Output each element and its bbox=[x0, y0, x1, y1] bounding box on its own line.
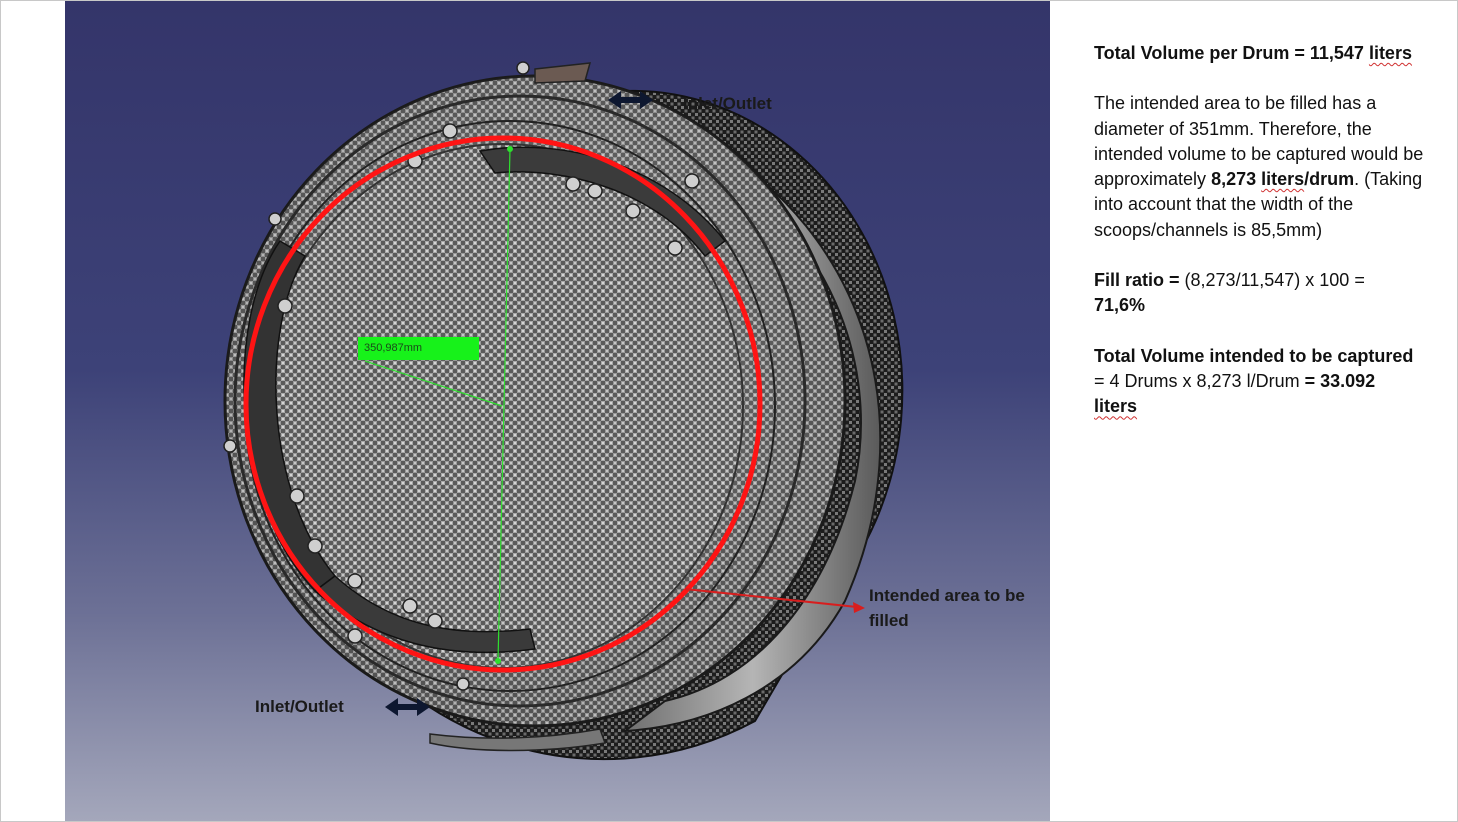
fill-ratio-paragraph: Fill ratio = (8,273/11,547) x 100 = 71,6… bbox=[1094, 270, 1365, 316]
inlet-outlet-bottom-label: Inlet/Outlet bbox=[255, 697, 344, 716]
cad-viewport[interactable]: 350,987mm bbox=[65, 1, 1050, 821]
top-flap bbox=[534, 62, 592, 84]
intended-area-label: Intended area to be filled bbox=[869, 586, 1025, 630]
drum-model bbox=[223, 61, 904, 761]
inlet-outlet-top-label: Inlet/Outlet bbox=[683, 94, 772, 113]
dimension-label: 350,987mm bbox=[358, 337, 479, 360]
total-volume-paragraph: Total Volume per Drum = 11,547 liters bbox=[1094, 43, 1412, 63]
calculation-text-panel: Total Volume per Drum = 11,547 liters Th… bbox=[1094, 41, 1439, 445]
total-captured-paragraph: Total Volume intended to be captured = 4… bbox=[1094, 345, 1414, 417]
slide: 350,987mm Inlet/Outlet Inlet/Outlet Inte… bbox=[0, 0, 1458, 822]
intended-volume-paragraph: The intended area to be filled has a dia… bbox=[1094, 93, 1424, 240]
